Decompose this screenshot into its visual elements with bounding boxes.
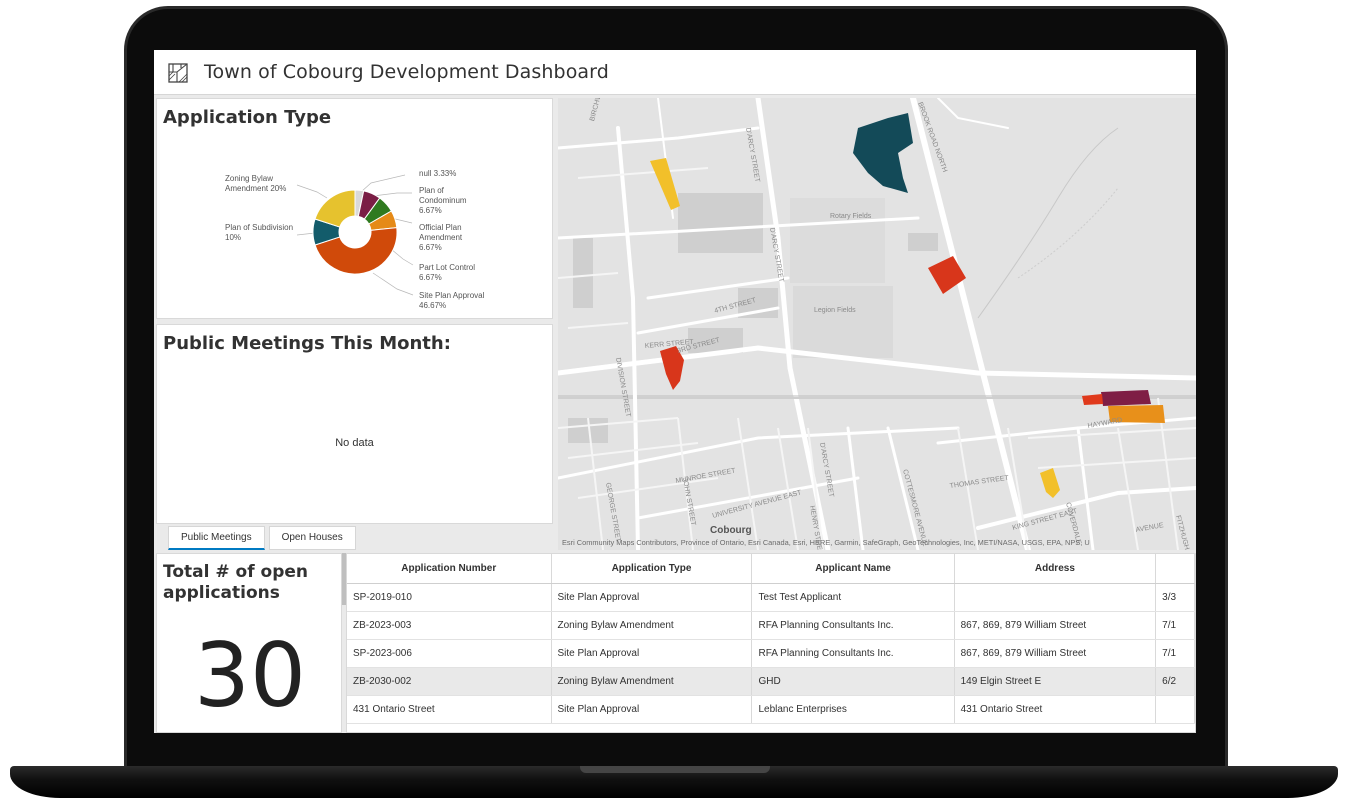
cell-application-type: Site Plan Approval	[551, 695, 753, 724]
cell-application-number: SP-2023-006	[347, 639, 552, 668]
pie-label-partlot: Part Lot Control 6.67%	[419, 263, 476, 282]
cell-applicant-name: RFA Planning Consultants Inc.	[751, 611, 955, 640]
header-bar: Town of Cobourg Development Dashboard	[154, 50, 1196, 95]
cell-applicant-name: RFA Planning Consultants Inc.	[751, 639, 955, 668]
parcel-yellow-south	[1040, 468, 1060, 498]
cell-address: 867, 869, 879 William Street	[954, 639, 1157, 668]
column-header-address[interactable]: Address	[954, 554, 1157, 584]
cell-application-type: Zoning Bylaw Amendment	[551, 667, 753, 696]
table-row[interactable]: ZB-2023-003 Zoning Bylaw Amendment RFA P…	[347, 611, 1195, 640]
leader-line-null	[360, 174, 406, 193]
pie-label-official: Official Plan Amendment 6.67%	[419, 223, 463, 252]
map-label-university-avenue: UNIVERSITY AVENUE EAST	[712, 489, 803, 520]
trail-line	[977, 127, 1119, 319]
map-label-darcy-street-south: D'ARCY STREET	[818, 442, 835, 498]
cell-application-number: ZB-2023-003	[347, 611, 552, 640]
public-meetings-title: Public Meetings This Month:	[163, 333, 451, 354]
map-label-rotary-fields: Rotary Fields	[830, 213, 872, 220]
cell-date: 7/1	[1155, 611, 1195, 640]
cell-application-type: Site Plan Approval	[551, 639, 753, 668]
page-title: Town of Cobourg Development Dashboard	[204, 61, 609, 83]
tab-public-meetings[interactable]: Public Meetings	[168, 526, 265, 550]
pie-label-siteplan: Site Plan Approval 46.67%	[419, 291, 485, 310]
application-type-panel: Application Type Zoning Bylaw Amendment …	[156, 98, 553, 319]
cell-application-number: 431 Ontario Street	[347, 695, 552, 724]
pie-label-null: null 3.33%	[419, 169, 457, 178]
pie-label-subdivision: Plan of Subdivision 10%	[225, 223, 294, 242]
total-open-applications-title: Total # of open applications	[163, 562, 308, 603]
cell-address: 149 Elgin Street E	[954, 667, 1157, 696]
cell-date	[1155, 695, 1195, 724]
pie-label-zoning: Zoning Bylaw Amendment 20%	[225, 174, 287, 193]
cell-applicant-name: GHD	[751, 667, 955, 696]
map-label-birchwood: BIRCHWOOD	[589, 98, 607, 122]
trail-line-2	[1017, 187, 1119, 279]
cell-application-type: Zoning Bylaw Amendment	[551, 611, 753, 640]
table-row[interactable]: 431 Ontario Street Site Plan Approval Le…	[347, 695, 1195, 724]
column-header-application-number[interactable]: Application Number	[347, 554, 552, 584]
map-canvas[interactable]: Rotary Fields Legion Fields 4TH STREET 3…	[558, 98, 1196, 550]
total-open-applications-value: 30	[194, 624, 306, 727]
cell-date: 7/1	[1155, 639, 1195, 668]
map-label-cobourg: Cobourg	[710, 525, 752, 536]
pie-slices	[312, 189, 398, 275]
pie-label-condo: Plan of Condominum 6.67%	[419, 186, 467, 215]
cell-address: 867, 869, 879 William Street	[954, 611, 1157, 640]
leader-line-subdivision	[296, 232, 316, 236]
cell-address	[954, 583, 1157, 612]
cell-date: 3/3	[1155, 583, 1195, 612]
map-label-thomas-street: THOMAS STREET	[949, 475, 1010, 490]
map-label-darcy-street-north: D'ARCY STREET	[744, 127, 761, 183]
applications-table-panel: Application Number Application Type Appl…	[346, 553, 1196, 733]
public-meetings-panel: Public Meetings This Month: No data	[156, 324, 553, 524]
cell-address: 431 Ontario Street	[954, 695, 1157, 724]
table-row[interactable]: SP-2019-010 Site Plan Approval Test Test…	[347, 583, 1195, 612]
map-label-hayward: HAYWARD	[1087, 417, 1123, 430]
laptop-notch	[580, 766, 770, 773]
leader-line-zoning	[296, 184, 328, 199]
cell-application-type: Site Plan Approval	[551, 583, 753, 612]
column-header-date[interactable]	[1155, 554, 1195, 584]
parcel-yellow-north	[650, 158, 680, 210]
building-plan-icon	[168, 63, 188, 83]
map-label-avenue: AVENUE	[1135, 522, 1164, 534]
parcel-teal	[853, 113, 913, 193]
meetings-tab-bar: Public Meetings Open Houses	[168, 526, 360, 550]
tab-open-houses[interactable]: Open Houses	[268, 526, 356, 550]
total-open-applications-panel: Total # of open applications 30	[156, 553, 342, 733]
application-type-donut-chart[interactable]	[157, 99, 554, 320]
map-label-darcy-street-mid: D'ARCY STREET	[768, 227, 785, 283]
column-header-applicant-name[interactable]: Applicant Name	[751, 554, 955, 584]
column-header-application-type[interactable]: Application Type	[551, 554, 753, 584]
no-data-text: No data	[335, 437, 374, 449]
applications-table: Application Number Application Type Appl…	[347, 554, 1195, 724]
map-attribution: Esri Community Maps Contributors, Provin…	[562, 538, 1090, 547]
cell-date: 6/2	[1155, 667, 1195, 696]
table-header-row: Application Number Application Type Appl…	[347, 554, 1195, 584]
leader-line-condo	[372, 192, 412, 197]
parcel-maroon-east	[1101, 390, 1151, 406]
cell-application-number: ZB-2030-002	[347, 667, 552, 696]
legion-fields-park	[793, 286, 893, 358]
map-label-john-street: JOHN STREET	[681, 477, 696, 527]
dashboard-screen: Town of Cobourg Development Dashboard Ap…	[154, 50, 1196, 733]
map-label-legion-fields: Legion Fields	[814, 307, 856, 314]
cell-application-number: SP-2019-010	[347, 583, 552, 612]
cell-applicant-name: Leblanc Enterprises	[751, 695, 955, 724]
table-row-selected[interactable]: ZB-2030-002 Zoning Bylaw Amendment GHD 1…	[347, 667, 1195, 696]
leader-line-siteplan	[372, 272, 414, 296]
development-map[interactable]: Rotary Fields Legion Fields 4TH STREET 3…	[558, 98, 1196, 550]
table-row[interactable]: SP-2023-006 Site Plan Approval RFA Plann…	[347, 639, 1195, 668]
rotary-fields-park	[790, 198, 885, 283]
cell-applicant-name: Test Test Applicant	[751, 583, 955, 612]
